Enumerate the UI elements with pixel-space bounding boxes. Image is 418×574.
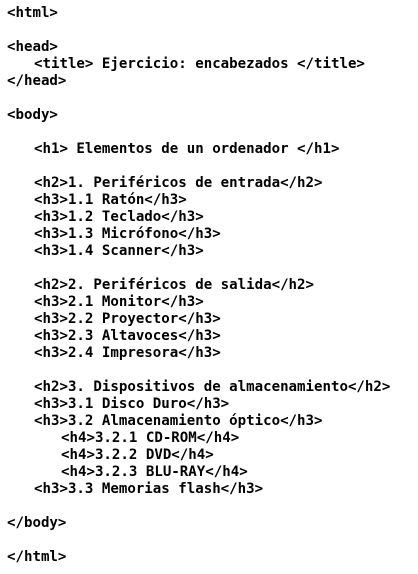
code-line-h3: <h3>3.3 Memorias flash</h3>	[34, 481, 264, 497]
code-line-h4: <h4>3.2.3 BLU-RAY</h4>	[61, 464, 248, 480]
code-line-h3: <h3>2.3 Altavoces</h3>	[34, 328, 221, 344]
code-line-head-open: <head>	[7, 39, 58, 55]
code-line-body-close: </body>	[7, 515, 67, 531]
code-line-h3: <h3>2.4 Impresora</h3>	[34, 345, 221, 361]
code-line-h3: <h3>1.2 Teclado</h3>	[34, 209, 204, 225]
code-line-html-open: <html>	[7, 5, 58, 21]
code-line-h3: <h3>1.3 Micrófono</h3>	[34, 226, 221, 242]
code-line-h4: <h4>3.2.2 DVD</h4>	[61, 447, 214, 463]
code-line-head-close: </head>	[7, 73, 67, 89]
code-line-body-open: <body>	[7, 107, 58, 123]
code-line-h2-salida: <h2>2. Periféricos de salida</h2>	[34, 277, 315, 293]
code-line-html-close: </html>	[7, 549, 67, 565]
code-line-h3: <h3>3.2 Almacenamiento óptico</h3>	[34, 413, 323, 429]
code-line-h3: <h3>2.1 Monitor</h3>	[34, 294, 204, 310]
code-line-h3: <h3>1.1 Ratón</h3>	[34, 192, 187, 208]
code-line-title: <title> Ejercicio: encabezados </title>	[34, 56, 365, 72]
code-listing: <html> <head> <title> Ejercicio: encabez…	[7, 5, 390, 566]
code-line-h2-entrada: <h2>1. Periféricos de entrada</h2>	[34, 175, 323, 191]
code-line-h2-almacenamiento: <h2>3. Dispositivos de almacenamiento</h…	[34, 379, 391, 395]
code-line-h1: <h1> Elementos de un ordenador </h1>	[34, 141, 340, 157]
code-line-h3: <h3>2.2 Proyector</h3>	[34, 311, 221, 327]
code-line-h4: <h4>3.2.1 CD-ROM</h4>	[61, 430, 240, 446]
code-line-h3: <h3>1.4 Scanner</h3>	[34, 243, 204, 259]
code-line-h3: <h3>3.1 Disco Duro</h3>	[34, 396, 230, 412]
